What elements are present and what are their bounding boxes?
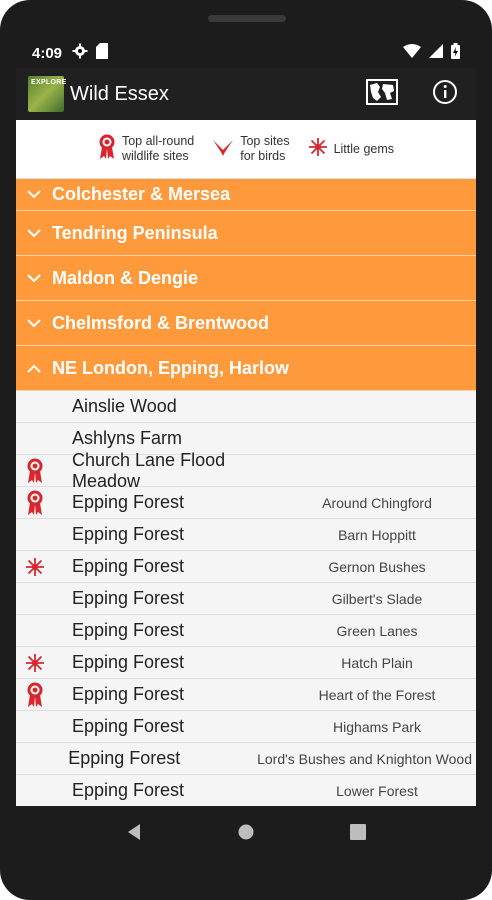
site-name: Epping Forest xyxy=(72,524,185,544)
legend-label-line2: for birds xyxy=(240,149,286,163)
site-row[interactable]: Epping Forest Hatch Plain xyxy=(16,647,476,679)
bird-icon xyxy=(212,137,234,161)
legend: Top all-round wildlife sites Top sites for… xyxy=(16,120,476,179)
site-name: Epping Forest xyxy=(72,556,185,576)
site-name: Epping Forest xyxy=(72,780,185,800)
site-row[interactable]: Epping Forest Barn Hoppitt xyxy=(16,519,476,551)
site-row[interactable]: Epping Forest Green Lanes xyxy=(16,615,476,647)
app-title: Wild Essex xyxy=(70,82,169,105)
sparkle-icon xyxy=(308,137,328,161)
app-bar: EXPLORE Wild Essex xyxy=(16,68,476,120)
site-name: Epping Forest xyxy=(72,684,185,704)
speaker-grille xyxy=(208,15,286,22)
site-subarea: Heart of the Forest xyxy=(318,686,436,703)
site-name: Ashlyns Farm xyxy=(72,428,183,448)
site-subarea: Around Chingford xyxy=(322,494,432,511)
group-header[interactable]: Tendring Peninsula xyxy=(16,211,476,256)
nav-bar xyxy=(16,806,476,862)
site-row[interactable]: Ainslie Wood xyxy=(16,391,476,423)
phone-frame: 4:09 EXPLORE Wild Essex Top all-round wi… xyxy=(0,0,492,900)
group-label: Tendring Peninsula xyxy=(52,222,218,243)
info-icon[interactable] xyxy=(432,79,458,110)
group-label: Maldon & Dengie xyxy=(52,267,199,288)
chevron-down-icon xyxy=(16,318,52,328)
legend-item-top-wildlife: Top all-round wildlife sites xyxy=(98,134,194,164)
site-name: Epping Forest xyxy=(72,652,185,672)
site-row[interactable]: Epping Forest Heart of the Forest xyxy=(16,679,476,711)
group-label: Chelmsford & Brentwood xyxy=(52,312,270,333)
legend-label-line2: wildlife sites xyxy=(121,149,189,163)
site-row[interactable]: Church Lane Flood Meadow xyxy=(16,450,476,491)
site-list: Ainslie Wood Ashlyns Farm Church Lane Floo… xyxy=(16,391,476,806)
group-header[interactable]: Chelmsford & Brentwood xyxy=(16,301,476,346)
home-icon[interactable] xyxy=(237,823,255,846)
group-header[interactable]: Colchester & Mersea xyxy=(16,179,476,211)
back-icon[interactable] xyxy=(126,823,142,846)
site-name: Epping Forest xyxy=(72,716,185,736)
site-name: Ainslie Wood xyxy=(72,396,177,416)
site-name: Epping Forest xyxy=(72,588,185,608)
chevron-up-icon xyxy=(16,364,52,373)
site-subarea: Gilbert's Slade xyxy=(331,590,423,607)
site-row[interactable]: Epping Forest Gilbert's Slade xyxy=(16,583,476,615)
site-subarea: Gernon Bushes xyxy=(328,558,426,575)
site-subarea: Hatch Plain xyxy=(341,654,413,671)
legend-label-line1: Little gems xyxy=(333,141,395,156)
site-name: Epping Forest xyxy=(68,748,181,768)
site-subarea: Lord's Bushes and Knighton Wood xyxy=(257,750,472,767)
sparkle-icon xyxy=(16,557,54,577)
app-logo: EXPLORE xyxy=(28,76,67,112)
site-row[interactable]: Epping Forest Lower Forest xyxy=(16,775,476,806)
recents-icon[interactable] xyxy=(350,823,366,845)
chevron-down-icon xyxy=(16,190,52,199)
status-bar: 4:09 xyxy=(16,38,476,68)
site-row[interactable]: Epping Forest Gernon Bushes xyxy=(16,551,476,583)
site-subarea: Green Lanes xyxy=(336,622,418,639)
site-row[interactable]: Epping Forest Around Chingford xyxy=(16,487,476,519)
chevron-down-icon xyxy=(16,273,52,283)
app-logo-text: EXPLORE xyxy=(31,79,67,86)
signal-icon xyxy=(429,44,443,62)
group-header-expanded[interactable]: NE London, Epping, Harlow xyxy=(16,346,476,391)
site-subarea: Highams Park xyxy=(333,718,421,735)
site-name: Epping Forest xyxy=(72,492,185,512)
wifi-icon xyxy=(403,44,421,62)
group-label: Colchester & Mersea xyxy=(52,184,231,204)
status-time: 4:09 xyxy=(32,44,63,62)
legend-item-little-gems: Little gems xyxy=(308,137,394,161)
rosette-icon xyxy=(16,490,54,516)
site-row[interactable]: Epping Forest Highams Park xyxy=(16,711,476,743)
group-label: NE London, Epping, Harlow xyxy=(52,357,289,378)
settings-gear-icon xyxy=(72,43,88,63)
legend-item-top-birds: Top sites for birds xyxy=(212,134,290,164)
site-subarea: Barn Hoppitt xyxy=(338,526,416,543)
site-row[interactable]: Epping Forest Lord's Bushes and Knighton … xyxy=(16,743,476,775)
legend-label-line1: Top sites xyxy=(240,134,290,148)
rosette-icon xyxy=(16,682,54,708)
site-name: Church Lane Flood Meadow xyxy=(72,449,226,491)
map-icon[interactable] xyxy=(366,78,398,110)
content-area: Top all-round wildlife sites Top sites for… xyxy=(16,120,476,806)
legend-label-line1: Top all-round xyxy=(121,134,195,148)
site-name: Epping Forest xyxy=(72,620,185,640)
battery-icon xyxy=(451,43,460,63)
rosette-icon xyxy=(98,134,116,164)
chevron-down-icon xyxy=(16,228,52,238)
sd-card-icon xyxy=(96,43,109,63)
group-header[interactable]: Maldon & Dengie xyxy=(16,256,476,301)
site-subarea: Lower Forest xyxy=(336,782,418,799)
sparkle-icon xyxy=(16,653,54,673)
rosette-icon xyxy=(16,458,54,484)
